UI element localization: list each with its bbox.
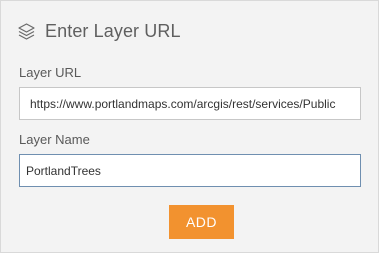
enter-layer-url-panel: Enter Layer URL Layer URL Layer Name ADD (0, 0, 379, 253)
add-button[interactable]: ADD (169, 205, 234, 239)
layer-url-label: Layer URL (19, 65, 82, 80)
layer-name-input[interactable] (19, 154, 361, 187)
layer-name-label: Layer Name (19, 132, 90, 147)
panel-header: Enter Layer URL (17, 19, 181, 43)
panel-title: Enter Layer URL (45, 20, 181, 41)
layers-icon (17, 22, 36, 41)
layer-url-input[interactable] (19, 87, 361, 120)
